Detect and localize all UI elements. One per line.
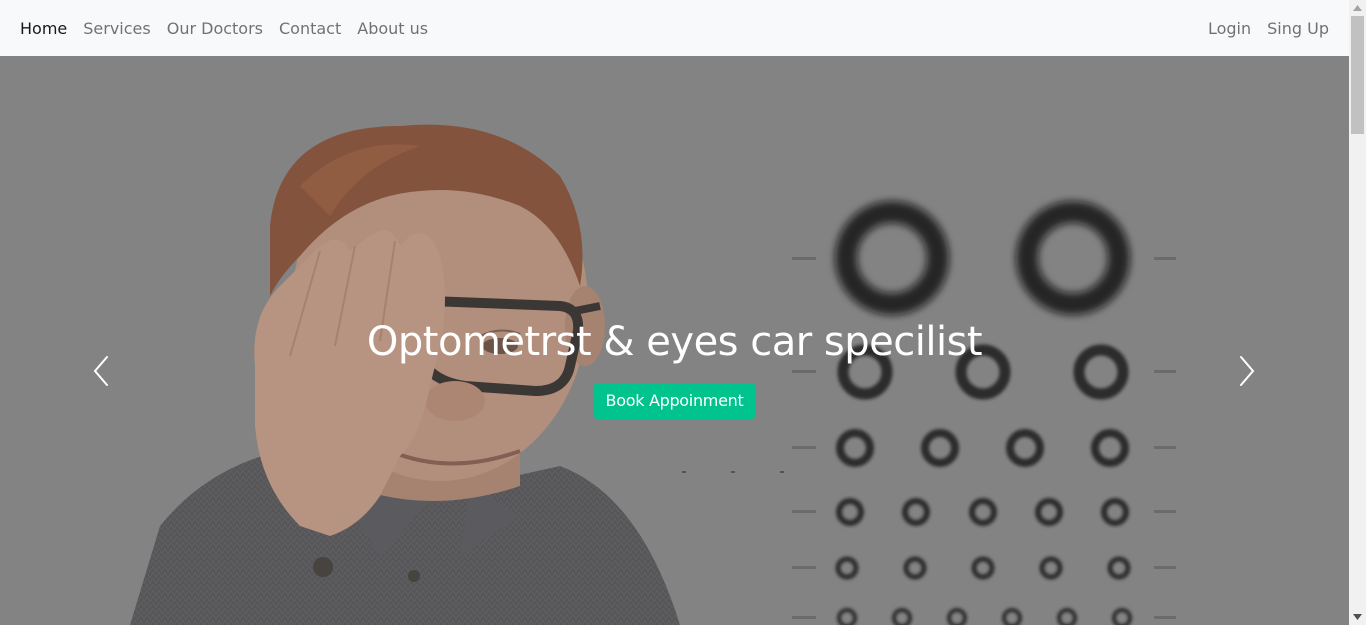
hero-title: Optometrst & eyes car specilist [366,319,983,365]
page: Home Services Our Doctors Contact About … [0,0,1366,625]
nav-link-our-doctors[interactable]: Our Doctors [159,11,271,46]
navbar: Home Services Our Doctors Contact About … [0,0,1349,56]
scroll-up-arrow-icon[interactable] [1349,0,1366,16]
book-appointment-button[interactable]: Book Appoinment [593,383,756,419]
carousel-prev-button[interactable] [86,351,116,391]
hero-caption: Optometrst & eyes car specilist Book App… [0,318,1349,419]
hero-carousel: Optometrst & eyes car specilist Book App… [0,56,1349,625]
nav-link-about-us[interactable]: About us [349,11,436,46]
scrollbar-thumb[interactable] [1351,16,1364,134]
vertical-scrollbar[interactable] [1349,0,1366,625]
nav-link-services[interactable]: Services [75,11,158,46]
nav-link-home[interactable]: Home [20,11,75,46]
scroll-down-arrow-icon[interactable] [1349,609,1366,625]
carousel-next-button[interactable] [1232,351,1262,391]
nav-left: Home Services Our Doctors Contact About … [20,11,436,46]
nav-link-contact[interactable]: Contact [271,11,349,46]
nav-link-login[interactable]: Login [1200,11,1259,46]
nav-right: Login Sing Up [1200,11,1329,46]
chevron-left-icon [93,356,108,386]
nav-link-sign-up[interactable]: Sing Up [1259,11,1329,46]
chevron-right-icon [1240,356,1255,386]
